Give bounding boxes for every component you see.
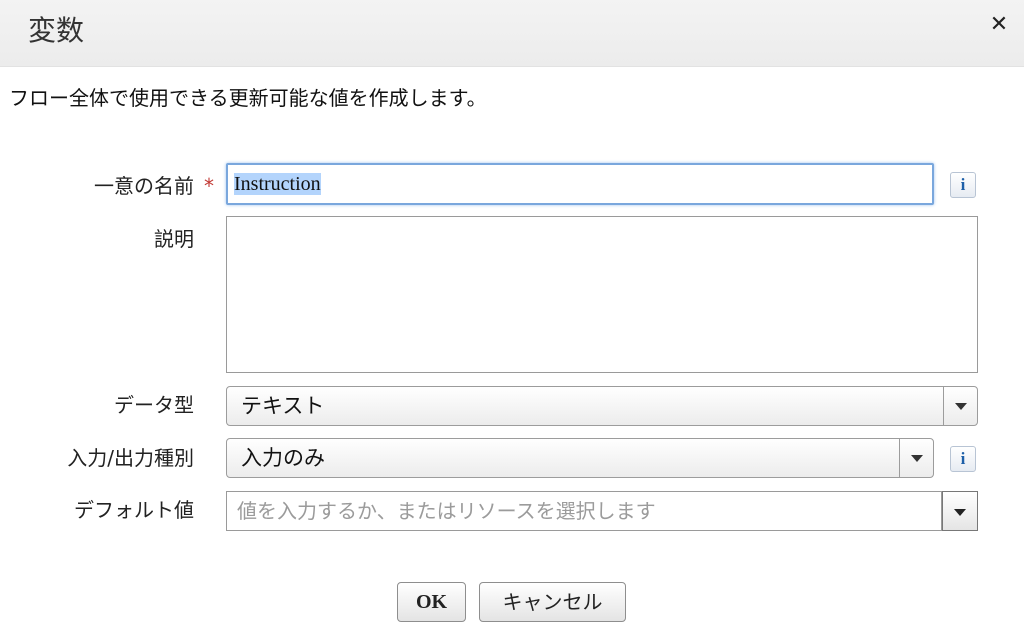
io-type-label: 入力/出力種別: [67, 446, 194, 470]
cancel-button[interactable]: キャンセル: [479, 582, 626, 622]
required-marker: *: [204, 174, 214, 198]
default-value-input[interactable]: 値を入力するか、またはリソースを選択します: [226, 491, 942, 531]
io-type-select[interactable]: 入力のみ: [226, 438, 934, 478]
chevron-down-icon: [899, 439, 933, 477]
io-type-info-icon[interactable]: i: [950, 446, 976, 472]
chevron-down-icon: [943, 387, 977, 425]
chevron-down-icon: [954, 509, 966, 516]
unique-name-value: Instruction: [234, 173, 321, 195]
unique-name-input[interactable]: Instruction: [226, 163, 934, 205]
dialog-description: フロー全体で使用できる更新可能な値を作成します。: [9, 86, 487, 110]
default-value-label: デフォルト値: [74, 498, 194, 522]
close-icon[interactable]: ✕: [988, 14, 1010, 36]
variable-dialog: 変数 ✕ フロー全体で使用できる更新可能な値を作成します。 一意の名前 * In…: [0, 0, 1024, 636]
description-textarea[interactable]: [226, 216, 978, 373]
data-type-select[interactable]: テキスト: [226, 386, 978, 426]
data-type-label: データ型: [114, 393, 194, 417]
description-label: 説明: [154, 227, 194, 251]
dialog-header: 変数 ✕: [0, 0, 1024, 67]
unique-name-label: 一意の名前: [94, 174, 194, 198]
data-type-selected: テキスト: [241, 394, 325, 418]
dialog-title: 変数: [28, 14, 85, 47]
io-type-selected: 入力のみ: [241, 446, 325, 470]
default-value-dropdown-button[interactable]: [942, 491, 978, 531]
ok-button[interactable]: OK: [397, 582, 466, 622]
unique-name-info-icon[interactable]: i: [950, 172, 976, 198]
